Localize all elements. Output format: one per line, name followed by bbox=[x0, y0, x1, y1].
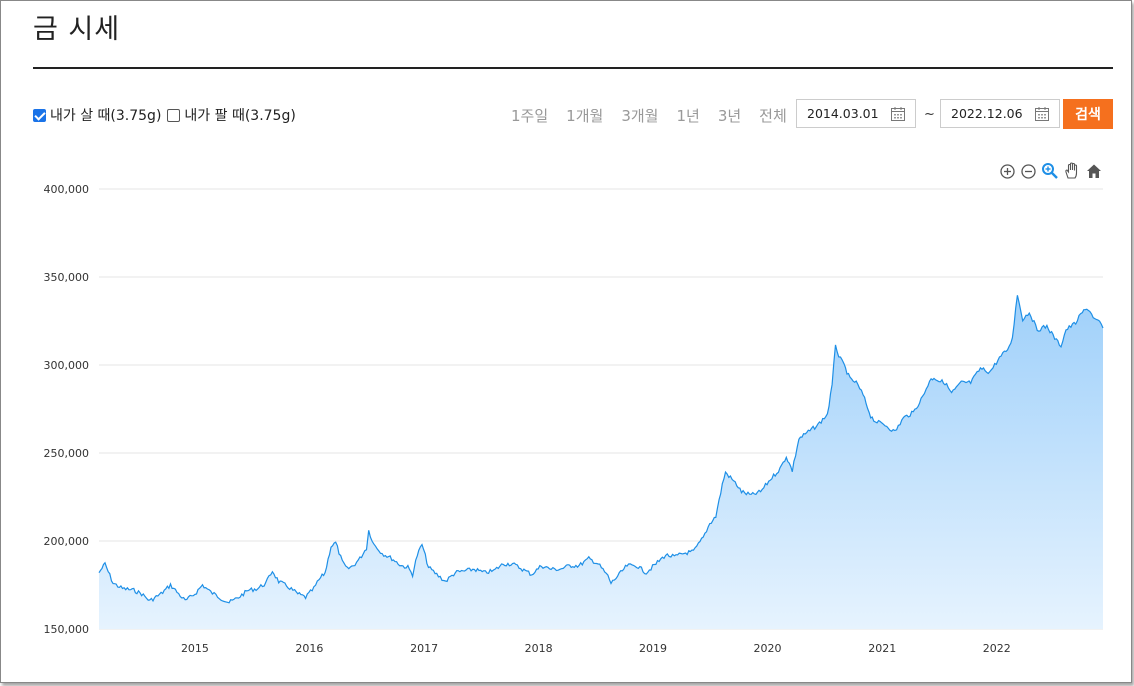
x-tick-label: 2016 bbox=[295, 642, 323, 655]
x-tick-label: 2021 bbox=[868, 642, 896, 655]
y-tick-label: 150,000 bbox=[44, 623, 90, 636]
x-tick-label: 2019 bbox=[639, 642, 667, 655]
price-page: 금 시세 내가 살 때(3.75g) 내가 팔 때(3.75g) 1주일 1개월… bbox=[0, 0, 1132, 683]
y-tick-label: 400,000 bbox=[44, 183, 90, 196]
x-tick-label: 2018 bbox=[525, 642, 553, 655]
y-tick-label: 200,000 bbox=[44, 535, 90, 548]
y-axis-labels: 150,000 200,000 250,000 300,000 350,000 400,0… bbox=[44, 183, 90, 636]
x-axis-labels: 2015 2016 2017 2018 2019 2020 2021 2022 bbox=[181, 642, 1011, 655]
gold-price-chart: 150,000 200,000 250,000 300,000 350,000 400,0… bbox=[44, 183, 1104, 655]
y-tick-label: 350,000 bbox=[44, 271, 90, 284]
x-tick-label: 2017 bbox=[410, 642, 438, 655]
x-tick-label: 2015 bbox=[181, 642, 209, 655]
y-tick-label: 250,000 bbox=[44, 447, 90, 460]
y-tick-label: 300,000 bbox=[44, 359, 90, 372]
price-area bbox=[99, 295, 1103, 629]
x-tick-label: 2022 bbox=[983, 642, 1011, 655]
x-tick-label: 2020 bbox=[753, 642, 781, 655]
